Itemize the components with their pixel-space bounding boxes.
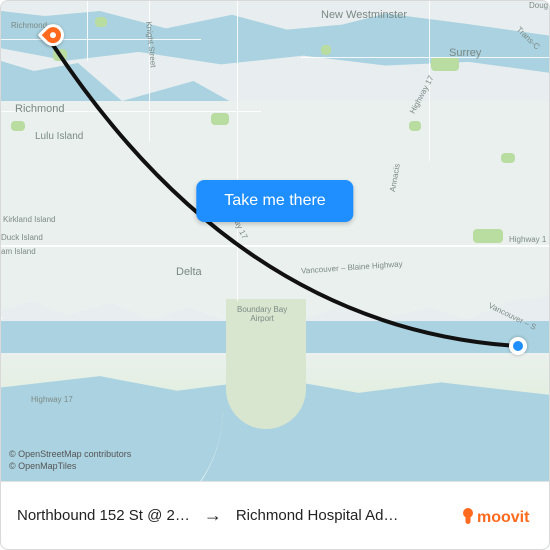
park-patch [95,17,107,27]
bottom-bar: Northbound 152 St @ 2… → Richmond Hospit… [1,481,549,549]
park-patch [409,121,421,131]
take-me-there-button[interactable]: Take me there [196,180,353,222]
park-patch [53,49,67,61]
road-line [237,1,238,301]
road-line [429,1,430,161]
attribution-openmaptiles: © OpenMapTiles [9,461,131,473]
road-line [301,57,550,58]
fraser-river-north [1,11,550,73]
destination-text: Richmond Hospital Ad… [236,507,399,524]
park-patch [211,113,229,125]
route-endpoints: Northbound 152 St @ 2… → Richmond Hospit… [17,505,449,526]
boundary-bay-airport-land [226,299,306,429]
road-line [1,39,201,40]
road-line [1,111,261,112]
park-patch [11,121,25,131]
label-douglas-partial: Doug [529,1,548,10]
park-patch [473,229,503,243]
svg-text:moovit: moovit [477,509,530,526]
park-patch [321,45,331,55]
road-line [1,245,550,247]
road-line [87,1,88,61]
moovit-logo[interactable]: moovit [461,502,533,530]
attribution-osm: © OpenStreetMap contributors [9,449,131,461]
map-attribution: © OpenStreetMap contributors © OpenMapTi… [9,449,131,472]
arrow-icon: → [204,505,222,526]
origin-text: Northbound 152 St @ 2… [17,507,190,524]
road-line [149,1,150,141]
park-patch [501,153,515,163]
park-patch [431,57,459,71]
origin-marker[interactable] [509,337,527,355]
map-root: Richmond Richmond Lulu Island Kirkland I… [0,0,550,550]
